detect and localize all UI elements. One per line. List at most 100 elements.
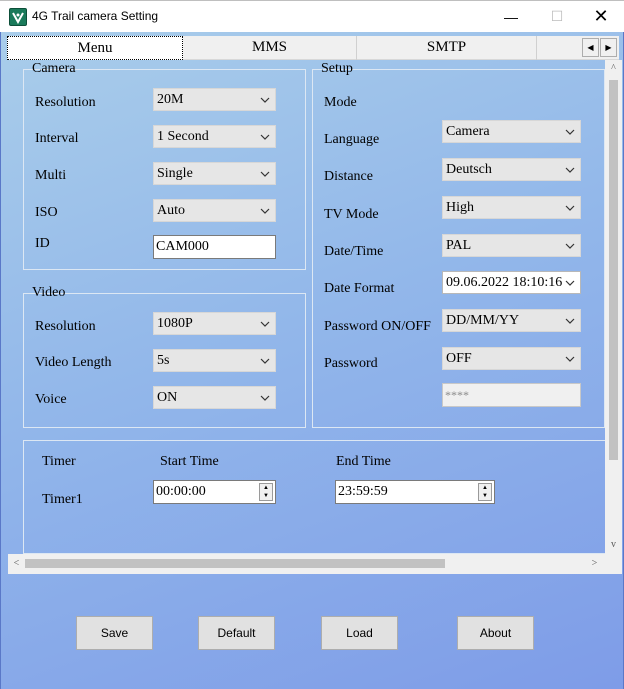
- video-length-label: Video Length: [35, 355, 112, 370]
- voice-value: ON: [157, 390, 178, 405]
- camera-legend: Camera: [32, 61, 76, 76]
- video-legend: Video: [32, 285, 66, 300]
- horizontal-scrollbar[interactable]: < >: [8, 554, 622, 574]
- settings-panel: Camera Resolution 20M Interval 1 Second …: [8, 60, 622, 574]
- distance-value: High: [446, 200, 474, 215]
- video-length-value: 5s: [157, 353, 170, 368]
- iso-select[interactable]: Auto: [153, 199, 276, 222]
- chevron-down-icon: [564, 348, 576, 369]
- tab-strip: Menu MMS SMTP ◀ ▶: [7, 36, 619, 60]
- date-format-select[interactable]: DD/MM/YY: [442, 309, 581, 332]
- multi-select[interactable]: Single: [153, 162, 276, 185]
- iso-value: Auto: [157, 203, 185, 218]
- timer1-start-time-value: 00:00:00: [156, 484, 206, 499]
- tab-scroll-left-button[interactable]: ◀: [582, 38, 599, 57]
- password-label: Password: [324, 356, 378, 371]
- minimize-button[interactable]: —: [488, 1, 534, 32]
- load-button[interactable]: Load: [321, 616, 398, 650]
- app-logo-icon: [9, 8, 27, 26]
- datetime-picker[interactable]: 09.06.2022 18:10:16: [442, 271, 581, 294]
- video-resolution-select[interactable]: 1080P: [153, 312, 276, 335]
- video-resolution-label: Resolution: [35, 319, 96, 334]
- multi-label: Multi: [35, 168, 67, 183]
- chevron-down-icon: [259, 313, 271, 334]
- video-length-select[interactable]: 5s: [153, 349, 276, 372]
- spin-down-icon[interactable]: ▼: [260, 492, 272, 500]
- end-time-header: End Time: [336, 454, 391, 469]
- interval-select[interactable]: 1 Second: [153, 125, 276, 148]
- start-time-header: Start Time: [160, 454, 219, 469]
- interval-label: Interval: [35, 131, 79, 146]
- chevron-down-icon: [564, 197, 576, 218]
- language-label: Language: [324, 132, 380, 147]
- scroll-down-arrow-icon[interactable]: v: [605, 536, 622, 553]
- title-bar: 4G Trail camera Setting — ☐ ✕: [0, 0, 624, 32]
- save-button[interactable]: Save: [76, 616, 153, 650]
- tab-scroll-right-button[interactable]: ▶: [600, 38, 617, 57]
- voice-label: Voice: [35, 392, 67, 407]
- timer1-start-time-input[interactable]: 00:00:00 ▲ ▼: [153, 480, 276, 504]
- chevron-down-icon: [564, 159, 576, 180]
- chevron-down-icon: [564, 310, 576, 331]
- password-input[interactable]: ****: [442, 383, 581, 407]
- interval-value: 1 Second: [157, 129, 209, 144]
- maximize-button[interactable]: ☐: [534, 1, 580, 32]
- tv-mode-value: PAL: [446, 238, 472, 253]
- default-button[interactable]: Default: [198, 616, 275, 650]
- scroll-up-arrow-icon[interactable]: ^: [605, 60, 622, 77]
- iso-label: ISO: [35, 205, 58, 220]
- about-button[interactable]: About: [457, 616, 534, 650]
- timer1-label: Timer1: [42, 492, 83, 507]
- tv-mode-select[interactable]: PAL: [442, 234, 581, 257]
- multi-value: Single: [157, 166, 193, 181]
- voice-select[interactable]: ON: [153, 386, 276, 409]
- id-label: ID: [35, 236, 50, 251]
- client-area: Menu MMS SMTP ◀ ▶ Camera Resolution 20M …: [0, 32, 624, 689]
- chevron-down-icon: [564, 272, 576, 293]
- setup-legend: Setup: [321, 61, 353, 76]
- camera-resolution-select[interactable]: 20M: [153, 88, 276, 111]
- camera-id-input[interactable]: CAM000: [153, 235, 276, 259]
- mode-value: Camera: [446, 124, 490, 139]
- chevron-down-icon: [259, 163, 271, 184]
- spin-down-icon[interactable]: ▼: [479, 492, 491, 500]
- language-select[interactable]: Deutsch: [442, 158, 581, 181]
- vertical-scrollbar[interactable]: ^ v: [605, 60, 622, 554]
- timer-group: [23, 440, 605, 554]
- timer1-end-time-input[interactable]: 23:59:59 ▲ ▼: [335, 480, 495, 504]
- scroll-left-arrow-icon[interactable]: <: [8, 555, 25, 572]
- window-title: 4G Trail camera Setting: [32, 9, 159, 23]
- chevron-down-icon: [259, 126, 271, 147]
- spinner-buttons[interactable]: ▲ ▼: [259, 483, 273, 501]
- horizontal-scroll-thumb[interactable]: [25, 559, 445, 568]
- distance-select[interactable]: High: [442, 196, 581, 219]
- password-onoff-value: OFF: [446, 351, 472, 366]
- camera-resolution-label: Resolution: [35, 95, 96, 110]
- tab-mms[interactable]: MMS: [183, 36, 357, 60]
- date-format-label: Date Format: [324, 281, 395, 296]
- mode-label: Mode: [324, 95, 357, 110]
- chevron-down-icon: [259, 200, 271, 221]
- date-format-value: DD/MM/YY: [446, 313, 520, 328]
- timer-header: Timer: [42, 454, 76, 469]
- scroll-right-arrow-icon[interactable]: >: [586, 555, 603, 572]
- password-onoff-label: Password ON/OFF: [324, 319, 431, 334]
- vertical-scroll-thumb[interactable]: [609, 80, 618, 460]
- language-value: Deutsch: [446, 162, 492, 177]
- timer1-end-time-value: 23:59:59: [338, 484, 388, 499]
- password-onoff-select[interactable]: OFF: [442, 347, 581, 370]
- distance-label: Distance: [324, 169, 373, 184]
- datetime-label: Date/Time: [324, 244, 384, 259]
- tab-menu[interactable]: Menu: [7, 36, 183, 60]
- mode-select[interactable]: Camera: [442, 120, 581, 143]
- tv-mode-label: TV Mode: [324, 207, 379, 222]
- chevron-down-icon: [564, 235, 576, 256]
- spinner-buttons[interactable]: ▲ ▼: [478, 483, 492, 501]
- datetime-value: 09.06.2022 18:10:16: [446, 275, 563, 290]
- tab-smtp[interactable]: SMTP: [357, 36, 537, 60]
- chevron-down-icon: [259, 89, 271, 110]
- chevron-down-icon: [259, 350, 271, 371]
- video-resolution-value: 1080P: [157, 316, 193, 331]
- chevron-down-icon: [259, 387, 271, 408]
- close-button[interactable]: ✕: [578, 1, 624, 32]
